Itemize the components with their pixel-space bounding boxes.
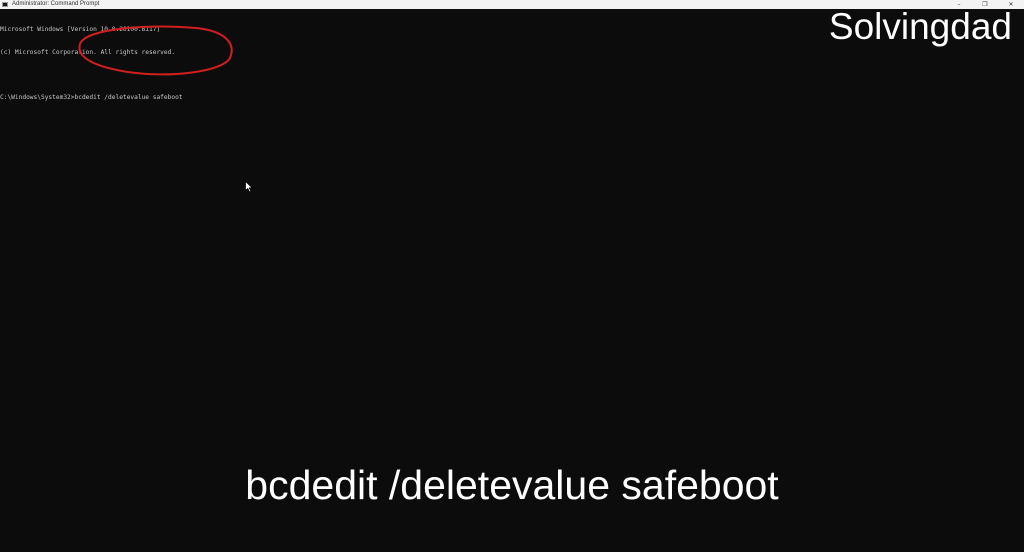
cmd-app-icon [2,2,8,7]
console-line-version: Microsoft Windows [Version 10.0.26100.81… [0,26,161,33]
command-caption: bcdedit /deletevalue safeboot [245,462,779,508]
command-prompt-window: Administrator: Command Prompt – ❐ ✕ Micr… [0,0,1024,552]
mouse-cursor-icon [245,181,253,193]
window-title: Administrator: Command Prompt [12,1,100,7]
console-line-command: C:\Windows\System32>bcdedit /deletevalue… [0,93,183,101]
console-line-copyright: (c) Microsoft Corporation. All rights re… [0,48,176,56]
console-output[interactable]: Microsoft Windows [Version 10.0.26100.81… [0,11,183,116]
channel-watermark: Solvingdad [828,6,1012,47]
